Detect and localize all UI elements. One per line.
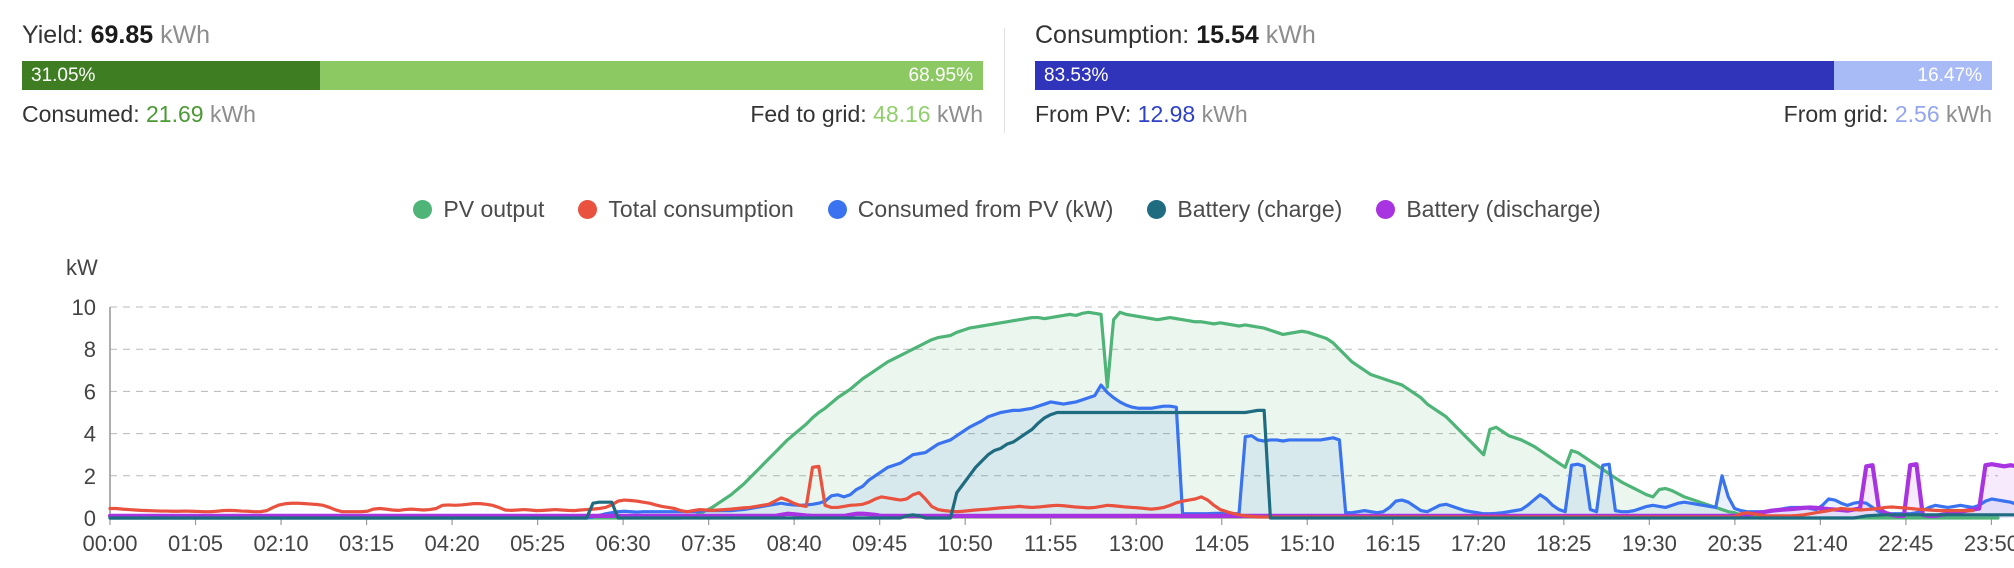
x-tick-label-0: 00:00	[82, 531, 137, 556]
consumption-bar[interactable]: 83.53% 16.47%	[1035, 61, 1992, 90]
legend-label-1: Total consumption	[608, 196, 794, 222]
x-tick-label-14: 15:10	[1280, 531, 1335, 556]
consumption-bar-from-pv-pct: 83.53%	[1044, 65, 1109, 86]
legend-dot-battery-discharge	[1376, 199, 1396, 219]
x-tick-label-12: 13:00	[1109, 531, 1164, 556]
yield-value: 69.85	[90, 21, 154, 49]
x-tick-label-1: 01:05	[168, 531, 223, 556]
from-pv-unit: kWh	[1201, 101, 1248, 127]
yield-bar-fed-segment[interactable]: 68.95%	[320, 61, 983, 90]
from-grid-unit: kWh	[1946, 101, 1992, 127]
yield-unit: kWh	[160, 21, 211, 49]
x-tick-label-18: 19:30	[1622, 531, 1677, 556]
consumption-bar-from-grid-segment[interactable]: 16.47%	[1834, 61, 1992, 90]
y-tick-label-0: 0	[84, 506, 96, 531]
x-tick-label-15: 16:15	[1365, 531, 1420, 556]
x-tick-label-17: 18:25	[1536, 531, 1591, 556]
x-tick-label-8: 08:40	[767, 531, 822, 556]
x-tick-label-9: 09:45	[852, 531, 907, 556]
from-grid-label: From grid:	[1783, 101, 1889, 127]
consumption-footer: From PV: 12.98 kWh From grid: 2.56 kWh	[1035, 100, 1992, 128]
x-tick-label-22: 23:50	[1964, 531, 2014, 556]
fed-to-grid-unit: kWh	[937, 101, 983, 127]
fed-to-grid-label: Fed to grid:	[750, 101, 867, 127]
yield-bar-consumed-segment[interactable]: 31.05%	[22, 61, 321, 90]
fed-to-grid-stat: Fed to grid: 48.16 kWh	[750, 100, 983, 128]
y-tick-label-6: 6	[84, 379, 96, 404]
y-tick-label-8: 8	[84, 337, 96, 362]
y-tick-label-2: 2	[84, 464, 96, 489]
summary-panels: Yield: 69.85 kWh 31.05% 68.95% Consumed:…	[0, 20, 2014, 133]
legend-item-4[interactable]: Battery (discharge)	[1376, 196, 1601, 222]
consumption-panel: Consumption: 15.54 kWh 83.53% 16.47% Fro…	[1005, 20, 2014, 130]
from-grid-value: 2.56	[1894, 101, 1940, 127]
chart-canvas[interactable]: 0 2 4 6 8 10 00:00 01:05 02:10 03:15 04:20 05:25 06:…	[0, 255, 2014, 568]
yield-panel: Yield: 69.85 kWh 31.05% 68.95% Consumed:…	[0, 20, 1005, 130]
from-grid-stat: From grid: 2.56 kWh	[1784, 100, 1992, 128]
consumed-value: 21.69	[146, 101, 204, 127]
x-tick-label-2: 02:10	[254, 531, 309, 556]
legend-label-0: PV output	[443, 196, 545, 222]
legend-item-0[interactable]: PV output	[413, 196, 544, 222]
x-tick-label-3: 03:15	[339, 531, 394, 556]
from-pv-stat: From PV: 12.98 kWh	[1035, 100, 1248, 128]
x-tick-label-19: 20:35	[1707, 531, 1762, 556]
yield-footer: Consumed: 21.69 kWh Fed to grid: 48.16 k…	[22, 100, 983, 128]
consumption-value: 15.54	[1196, 21, 1259, 49]
yield-label: Yield:	[22, 21, 84, 49]
yield-title: Yield: 69.85 kWh	[22, 20, 983, 50]
consumed-unit: kWh	[209, 101, 256, 127]
y-tick-label-4: 4	[84, 422, 96, 447]
legend-dot-consumed-from-pv	[827, 199, 847, 219]
from-pv-label: From PV:	[1035, 101, 1132, 127]
consumption-title: Consumption: 15.54 kWh	[1035, 20, 1992, 50]
legend-label-3: Battery (charge)	[1177, 196, 1343, 222]
x-tick-label-20: 21:40	[1793, 531, 1848, 556]
legend-dot-battery-charge	[1147, 199, 1167, 219]
chart-legend: PV output Total consumption Consumed from …	[0, 196, 2014, 222]
fed-to-grid-value: 48.16	[873, 101, 931, 127]
legend-dot-pv-output	[413, 199, 433, 219]
x-tick-label-11: 11:55	[1024, 531, 1077, 556]
legend-label-2: Consumed from PV (kW)	[857, 196, 1114, 222]
consumption-unit: kWh	[1265, 21, 1316, 49]
x-tick-label-21: 22:45	[1878, 531, 1933, 556]
legend-item-3[interactable]: Battery (charge)	[1147, 196, 1342, 222]
energy-chart: kW 0 2 4 6 8 10 00:00 01:05 02:10 03:15 04:20 05:25…	[0, 255, 2014, 568]
y-tick-label-10: 10	[72, 295, 96, 320]
x-tick-label-6: 06:30	[596, 531, 651, 556]
legend-label-4: Battery (discharge)	[1406, 196, 1601, 222]
yield-bar-consumed-pct: 31.05%	[31, 65, 96, 86]
legend-item-2[interactable]: Consumed from PV (kW)	[827, 196, 1114, 222]
x-tick-label-5: 05:25	[510, 531, 565, 556]
consumption-bar-from-pv-segment[interactable]: 83.53%	[1035, 61, 1835, 90]
consumed-label: Consumed:	[22, 101, 140, 127]
x-tick-label-4: 04:20	[425, 531, 480, 556]
consumption-bar-from-grid-pct: 16.47%	[1917, 65, 1982, 86]
x-tick-label-16: 17:20	[1451, 531, 1506, 556]
energy-dashboard-page: Yield: 69.85 kWh 31.05% 68.95% Consumed:…	[0, 0, 2014, 568]
consumption-label: Consumption:	[1035, 21, 1190, 49]
x-tick-label-13: 14:05	[1194, 531, 1249, 556]
yield-bar-fed-pct: 68.95%	[908, 65, 973, 86]
x-tick-label-10: 10:50	[938, 531, 993, 556]
legend-dot-total-consumption	[578, 199, 598, 219]
from-pv-value: 12.98	[1137, 101, 1196, 127]
consumed-stat: Consumed: 21.69 kWh	[22, 100, 256, 128]
legend-item-1[interactable]: Total consumption	[578, 196, 794, 222]
yield-bar[interactable]: 31.05% 68.95%	[22, 61, 983, 90]
x-tick-label-7: 07:35	[681, 531, 736, 556]
